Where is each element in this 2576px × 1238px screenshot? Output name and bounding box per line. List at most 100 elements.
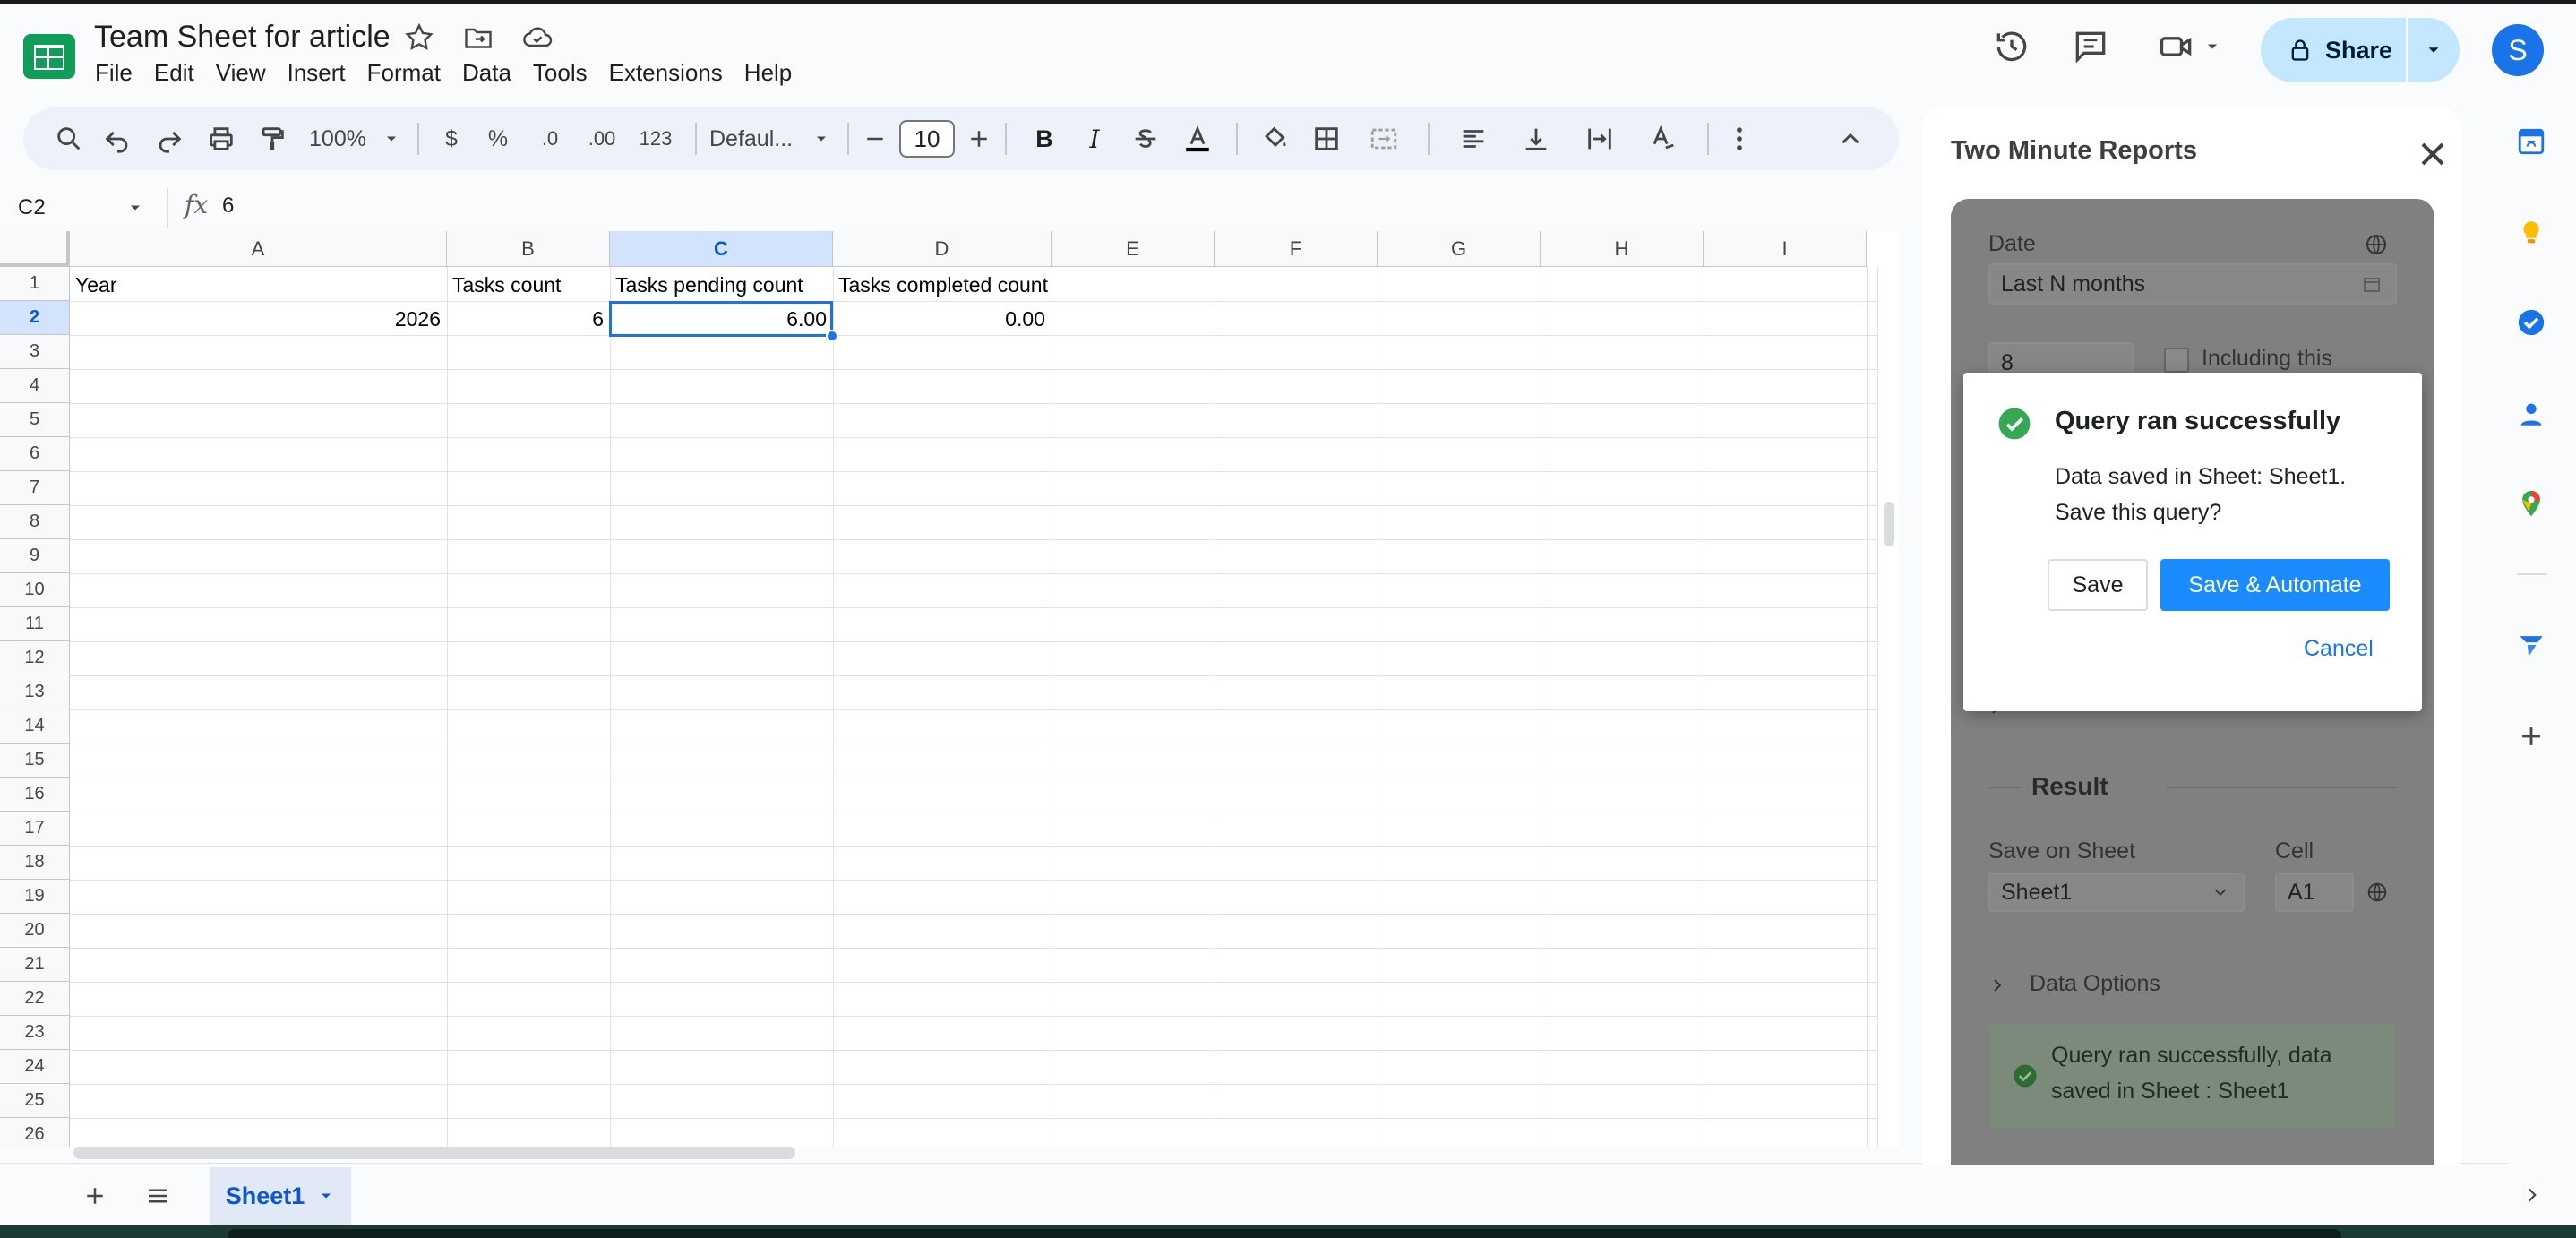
row-header-2[interactable]: 2 xyxy=(0,301,70,335)
font-size-input[interactable]: 10 xyxy=(899,120,955,158)
text-rotation-icon[interactable] xyxy=(1632,116,1695,161)
font-size-increase-icon[interactable] xyxy=(966,116,992,161)
column-header-h[interactable]: H xyxy=(1541,231,1704,267)
globe-icon[interactable] xyxy=(2363,231,2390,258)
menu-insert[interactable]: Insert xyxy=(288,59,346,87)
zoom-caret-icon[interactable] xyxy=(378,116,405,161)
row-header-13[interactable]: 13 xyxy=(0,675,70,709)
cancel-button[interactable]: Cancel xyxy=(2304,636,2374,662)
menu-extensions[interactable]: Extensions xyxy=(609,59,723,87)
row-header-11[interactable]: 11 xyxy=(0,607,70,641)
keep-app-icon[interactable] xyxy=(2513,215,2549,251)
chevron-right-icon[interactable] xyxy=(1987,975,2008,996)
row-header-21[interactable]: 21 xyxy=(0,948,70,982)
save-button[interactable]: Save xyxy=(2048,559,2148,611)
menu-view[interactable]: View xyxy=(216,59,266,87)
cell-d1[interactable]: Tasks completed count xyxy=(833,268,1057,302)
save-on-sheet-select[interactable]: Sheet1 xyxy=(1988,873,2245,912)
cloud-status-icon[interactable] xyxy=(521,21,554,54)
date-range-select[interactable]: Last N months xyxy=(1988,263,2397,305)
column-header-c[interactable]: C xyxy=(610,231,833,267)
calendar-app-icon[interactable] xyxy=(2513,124,2549,159)
more-options-icon[interactable] xyxy=(1722,116,1757,161)
paint-format-icon[interactable] xyxy=(247,116,297,161)
row-header-25[interactable]: 25 xyxy=(0,1084,70,1118)
italic-button[interactable]: I xyxy=(1069,116,1120,161)
font-family-select[interactable]: Defaul... xyxy=(709,116,808,161)
strikethrough-icon[interactable] xyxy=(1120,116,1172,161)
fill-color-icon[interactable] xyxy=(1250,116,1301,161)
column-header-d[interactable]: D xyxy=(833,231,1052,267)
data-options-toggle[interactable]: Data Options xyxy=(2030,971,2160,997)
menu-file[interactable]: File xyxy=(95,59,133,87)
row-header-19[interactable]: 19 xyxy=(0,880,70,914)
fill-handle[interactable] xyxy=(826,330,838,342)
currency-format-button[interactable]: $ xyxy=(432,116,471,161)
vertical-scrollbar[interactable] xyxy=(1877,267,1899,1147)
share-main-button[interactable]: Share xyxy=(2261,18,2406,82)
cell-b2[interactable]: 6 xyxy=(447,302,609,336)
select-all-corner[interactable] xyxy=(0,231,70,267)
cell-input[interactable]: A1 xyxy=(2275,873,2354,912)
column-header-g[interactable]: G xyxy=(1378,231,1541,267)
bold-button[interactable]: B xyxy=(1019,116,1069,161)
expand-side-panel-icon[interactable] xyxy=(2520,1183,2544,1207)
meet-icon[interactable] xyxy=(2157,27,2221,66)
row-header-4[interactable]: 4 xyxy=(0,369,70,403)
menu-format[interactable]: Format xyxy=(367,59,441,87)
sheets-logo-icon[interactable] xyxy=(21,32,77,81)
spreadsheet-grid[interactable]: ABCDEFGHI 1 2 3 4 5 6 7 8 9 10 11 12 13 14 15 16 17 18 19 2… xyxy=(0,231,1899,1147)
undo-icon[interactable] xyxy=(91,116,143,161)
save-and-automate-button[interactable]: Save & Automate xyxy=(2160,559,2390,611)
cell-b1[interactable]: Tasks count xyxy=(447,268,609,302)
meet-caret-icon[interactable] xyxy=(2203,38,2221,56)
menu-data[interactable]: Data xyxy=(462,59,511,87)
row-header-22[interactable]: 22 xyxy=(0,982,70,1016)
row-header-26[interactable]: 26 xyxy=(0,1118,70,1147)
cell-c1[interactable]: Tasks pending count xyxy=(610,268,832,302)
percent-format-button[interactable]: % xyxy=(471,116,525,161)
number-format-button[interactable]: 123 xyxy=(629,116,683,161)
row-header-17[interactable]: 17 xyxy=(0,812,70,846)
horizontal-align-icon[interactable] xyxy=(1442,116,1505,161)
name-box[interactable]: C2 xyxy=(18,192,152,224)
row-header-24[interactable]: 24 xyxy=(0,1050,70,1084)
close-icon[interactable] xyxy=(2413,134,2452,174)
including-this-checkbox[interactable] xyxy=(2164,348,2189,373)
search-menus-icon[interactable] xyxy=(47,116,91,161)
sheet-tab-caret-icon[interactable] xyxy=(317,1187,335,1205)
cell-a1[interactable]: Year xyxy=(70,268,446,302)
column-header-b[interactable]: B xyxy=(447,231,610,267)
row-header-16[interactable]: 16 xyxy=(0,778,70,812)
menu-tools[interactable]: Tools xyxy=(533,59,588,87)
row-header-1[interactable]: 1 xyxy=(0,267,70,301)
contacts-app-icon[interactable] xyxy=(2513,396,2549,432)
document-title[interactable]: Team Sheet for article xyxy=(94,20,391,55)
row-header-7[interactable]: 7 xyxy=(0,471,70,505)
row-header-14[interactable]: 14 xyxy=(0,709,70,744)
share-button[interactable]: Share xyxy=(2261,18,2460,82)
row-header-8[interactable]: 8 xyxy=(0,505,70,539)
add-sheet-icon[interactable] xyxy=(75,1176,115,1216)
comments-icon[interactable] xyxy=(2071,27,2110,71)
column-header-a[interactable]: A xyxy=(70,231,447,267)
borders-icon[interactable] xyxy=(1301,116,1352,161)
text-wrapping-icon[interactable] xyxy=(1567,116,1632,161)
avatar[interactable]: S xyxy=(2492,24,2544,76)
formula-input[interactable]: 6 xyxy=(222,193,234,219)
menu-edit[interactable]: Edit xyxy=(154,59,194,87)
two-minute-reports-addon-icon[interactable] xyxy=(2513,627,2549,663)
get-addons-icon[interactable] xyxy=(2513,718,2549,754)
row-header-9[interactable]: 9 xyxy=(0,539,70,573)
row-header-10[interactable]: 10 xyxy=(0,573,70,607)
horizontal-scroll-thumb[interactable] xyxy=(73,1147,795,1159)
cell-d2[interactable]: 0.00 xyxy=(833,302,1051,336)
text-color-icon[interactable] xyxy=(1172,116,1224,161)
row-header-18[interactable]: 18 xyxy=(0,846,70,880)
row-header-23[interactable]: 23 xyxy=(0,1016,70,1050)
redo-icon[interactable] xyxy=(143,116,195,161)
menu-help[interactable]: Help xyxy=(744,59,792,87)
maps-app-icon[interactable] xyxy=(2513,486,2549,521)
print-icon[interactable] xyxy=(195,116,247,161)
row-header-5[interactable]: 5 xyxy=(0,403,70,437)
